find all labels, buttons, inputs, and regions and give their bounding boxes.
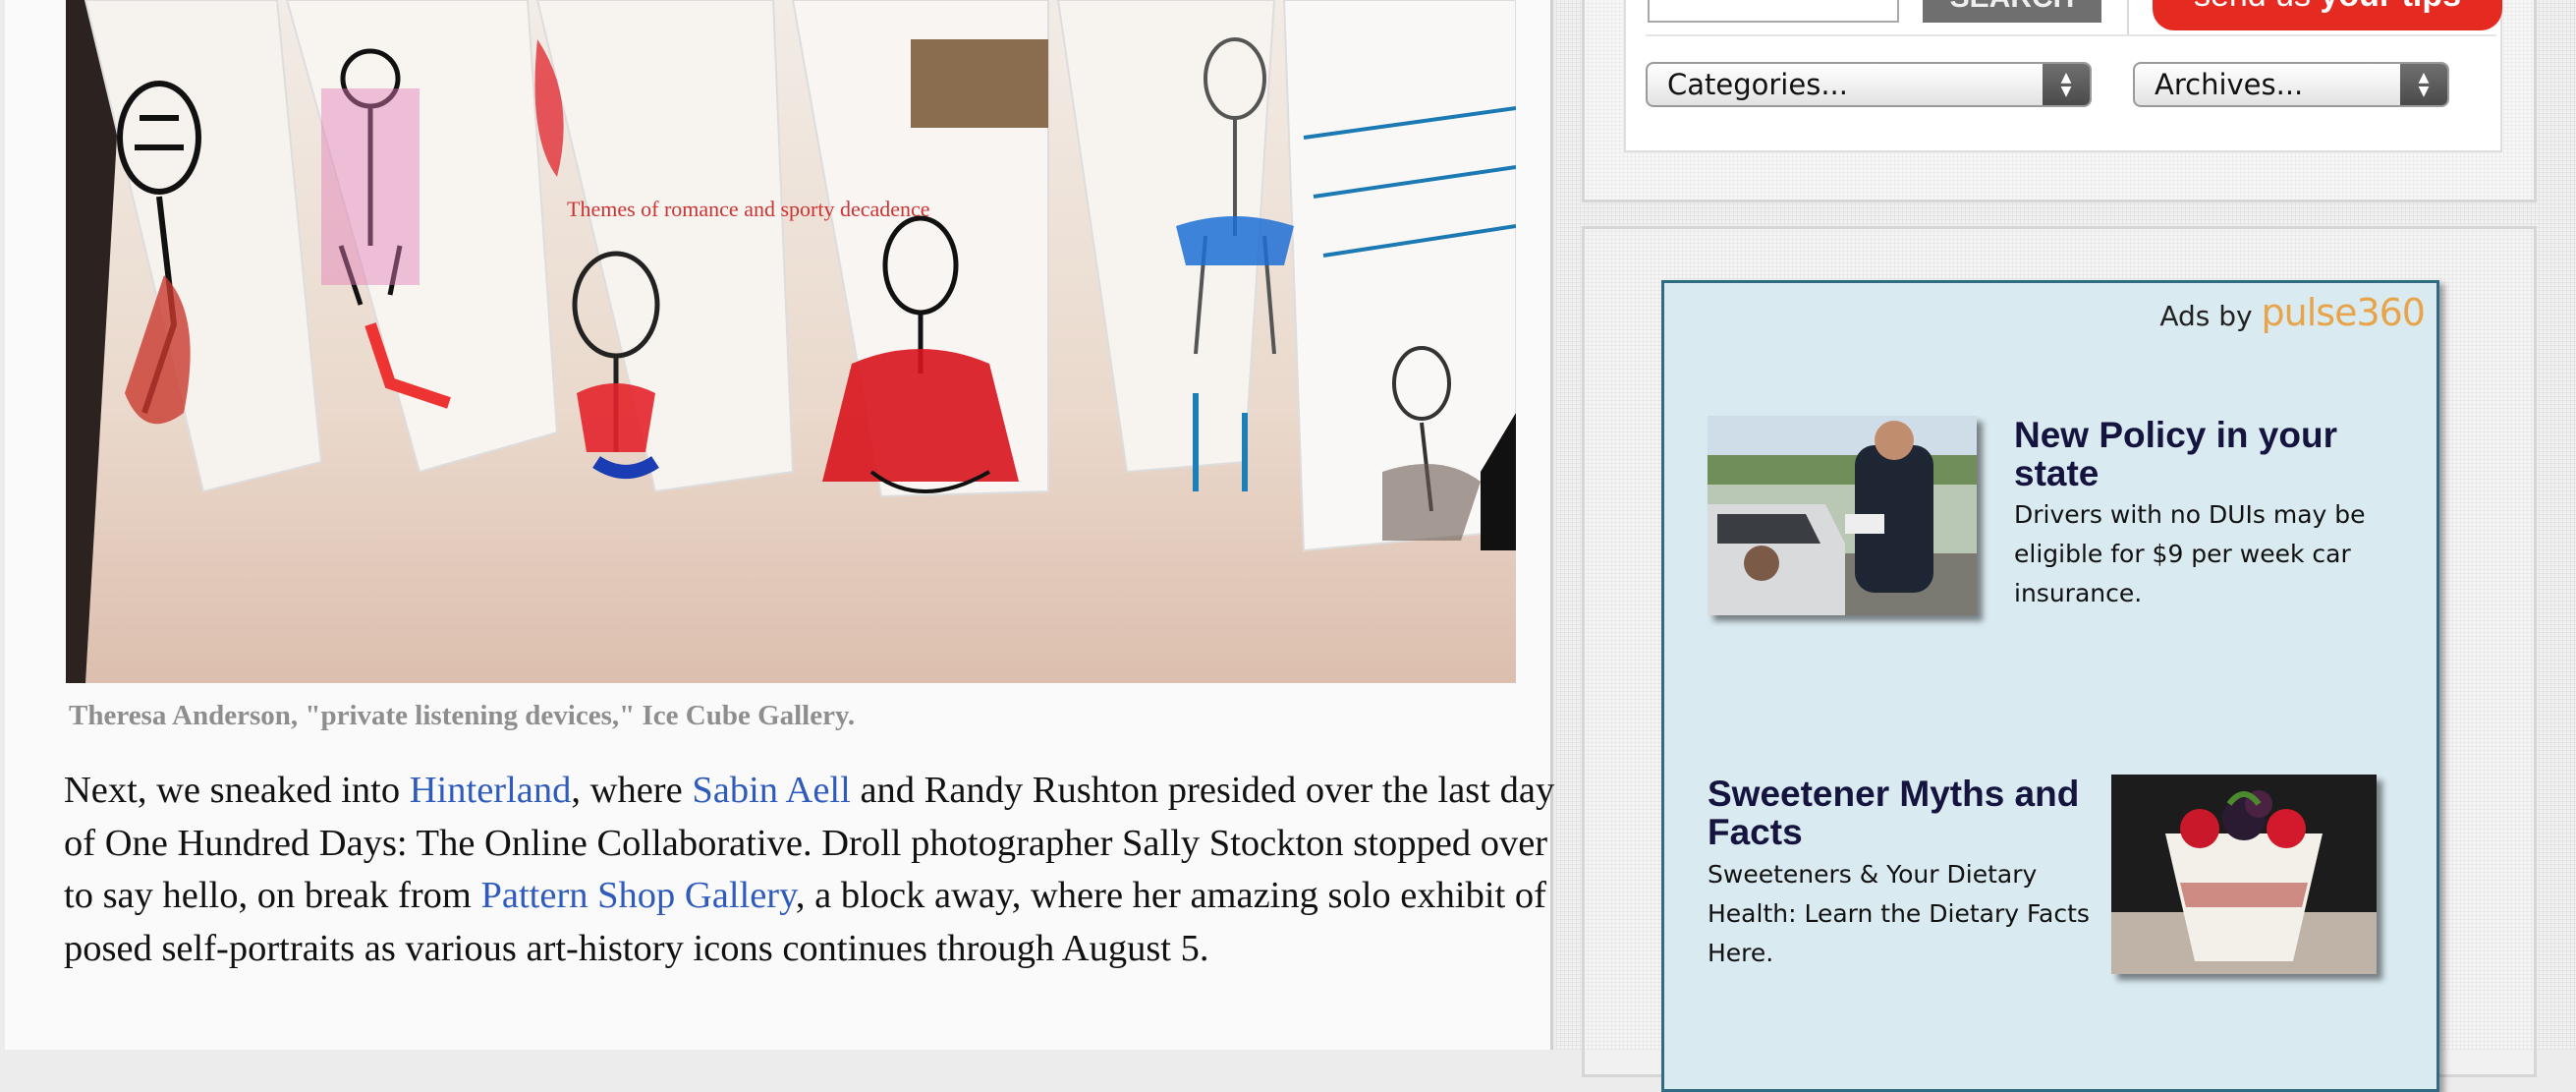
divider	[1646, 34, 2496, 36]
select-arrows-icon: ▲ ▼	[2043, 64, 2090, 105]
paragraph-text: , where	[571, 770, 693, 811]
search-input[interactable]	[1648, 0, 1899, 23]
photo-handwriting: Themes of romance and sporty decadence	[567, 197, 930, 221]
ads-widget: Ads by pulse360 New Policy in your state	[1582, 226, 2537, 1092]
sidebar: SEARCH send us your tips Categories... ▲…	[1556, 0, 2576, 1092]
archives-select-value: Archives...	[2155, 68, 2304, 101]
berry-parfait-photo[interactable]	[2111, 775, 2377, 974]
sabin-aell-link[interactable]: Sabin Aell	[692, 770, 850, 811]
police-traffic-stop-photo[interactable]	[1708, 416, 1977, 615]
categories-select-value: Categories...	[1667, 68, 1848, 101]
article-paragraph: Next, we sneaked into Hinterland, where …	[64, 765, 1557, 975]
send-tips-button[interactable]: send us your tips	[2153, 0, 2502, 30]
select-arrows-icon: ▲ ▼	[2400, 64, 2447, 105]
send-tips-label-bold: your tips	[2320, 0, 2461, 14]
search-widget-panel: SEARCH send us your tips Categories... ▲…	[1624, 0, 2502, 152]
pattern-shop-gallery-link[interactable]: Pattern Shop Gallery	[480, 875, 795, 916]
photo-caption: Theresa Anderson, "private listening dev…	[69, 700, 856, 731]
ad-description[interactable]: Drivers with no DUIs may be eligible for…	[2014, 495, 2407, 613]
paragraph-text: Next, we sneaked into	[64, 770, 410, 811]
ads-box: Ads by pulse360 New Policy in your state	[1661, 280, 2439, 1092]
categories-select[interactable]: Categories... ▲ ▼	[1646, 62, 2092, 107]
pulse360-logo: pulse360	[2261, 291, 2426, 334]
search-widget: SEARCH send us your tips Categories... ▲…	[1582, 0, 2537, 202]
ad-title-link[interactable]: Sweetener Myths and Facts	[1708, 775, 2100, 851]
search-button[interactable]: SEARCH	[1923, 0, 2101, 23]
gallery-photo: Themes of romance and sporty decadence	[66, 0, 1516, 683]
ads-by-label[interactable]: Ads by pulse360	[2159, 291, 2426, 334]
ad-title-link[interactable]: New Policy in your state	[2014, 416, 2407, 492]
archives-select[interactable]: Archives... ▲ ▼	[2133, 62, 2449, 107]
send-tips-label: send us	[2194, 0, 2321, 14]
divider	[2127, 0, 2129, 34]
ad-description[interactable]: Sweeteners & Your Dietary Health: Learn …	[1708, 855, 2100, 973]
ads-by-text: Ads by	[2159, 300, 2262, 332]
hinterland-link[interactable]: Hinterland	[410, 770, 572, 811]
article-column: Themes of romance and sporty decadence T…	[5, 0, 1554, 1050]
